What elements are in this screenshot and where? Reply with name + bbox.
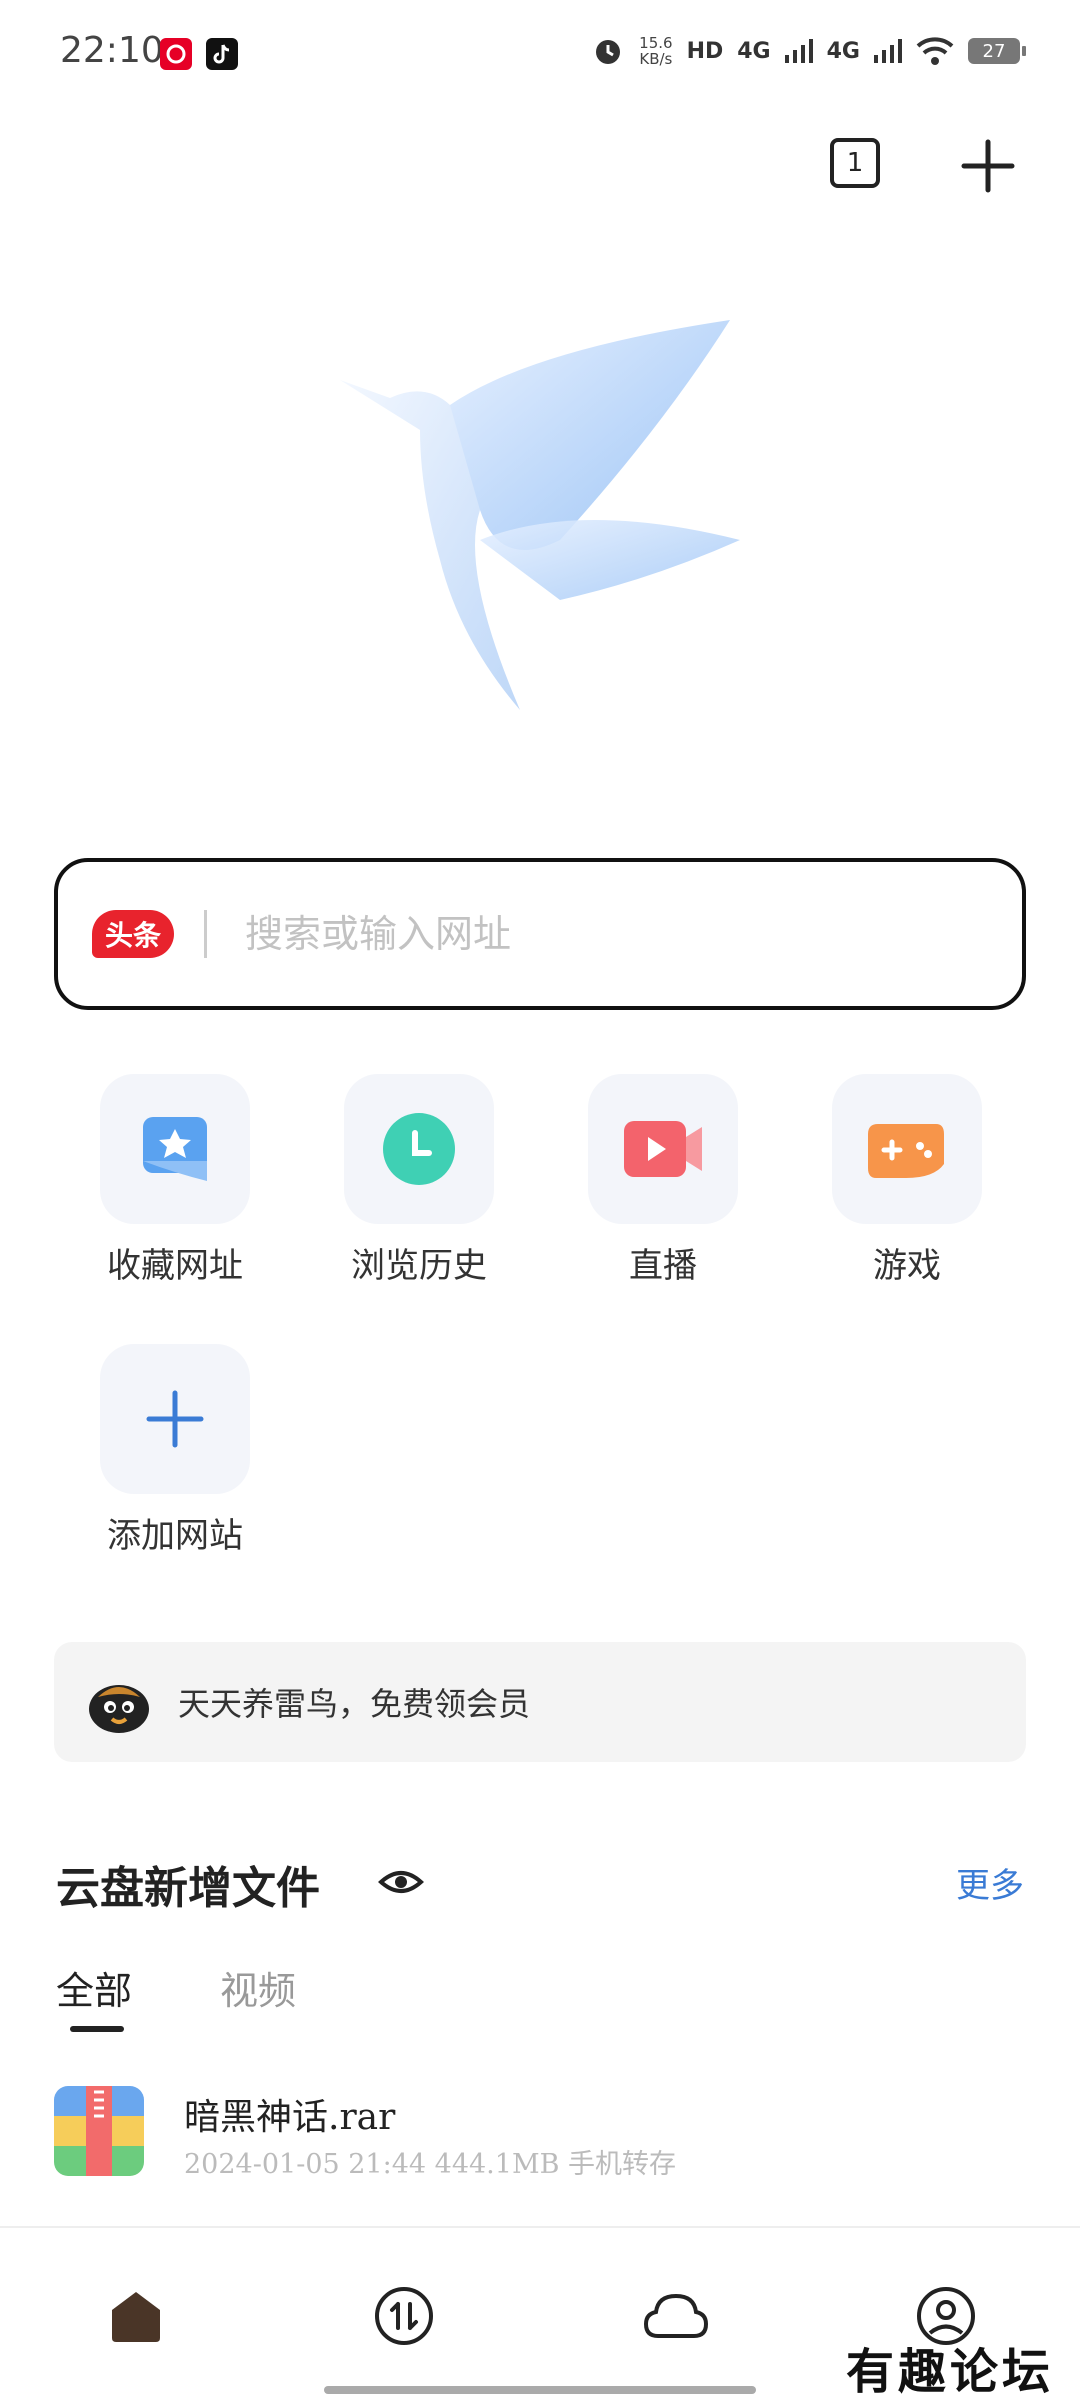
watermark: 有趣论坛 <box>845 2344 1054 2400</box>
quick-label: 游戏 <box>873 1246 941 1286</box>
home-icon <box>112 2292 160 2342</box>
file-name: 暗黑神话.rar <box>184 2097 396 2138</box>
file-meta: 2024-01-05 21:44 444.1MB 手机转存 <box>184 2149 677 2180</box>
battery-icon: 27 <box>968 38 1026 64</box>
quick-games-button[interactable] <box>832 1074 982 1224</box>
tab-all[interactable]: 全部 <box>56 1960 132 2015</box>
archive-file-icon <box>54 2086 144 2176</box>
signal-4g-1: 4G <box>737 38 771 64</box>
toutiao-badge[interactable]: 头条 <box>92 910 174 958</box>
cloud-section-title: 云盘新增文件 <box>56 1863 320 1914</box>
tabs-button[interactable]: 1 <box>830 138 880 188</box>
search-bar[interactable]: 头条 <box>54 858 1026 1010</box>
promo-text: 天天养雷鸟，免费领会员 <box>178 1685 531 1723</box>
quick-label: 浏览历史 <box>351 1246 487 1286</box>
quick-label: 添加网站 <box>107 1516 243 1556</box>
bookmark-star-icon <box>143 1117 207 1181</box>
plus-icon <box>146 1390 204 1448</box>
status-indicators: 15.6 KB/s HD 4G 4G 27 <box>591 34 1026 68</box>
quick-live-button[interactable] <box>588 1074 738 1224</box>
more-link[interactable]: 更多 <box>956 1858 1024 1907</box>
add-site-button[interactable] <box>100 1344 250 1494</box>
active-tab-indicator <box>70 2026 124 2032</box>
new-tab-button[interactable] <box>960 138 1016 194</box>
quick-label: 直播 <box>629 1246 697 1286</box>
quick-label: 收藏网址 <box>107 1246 243 1286</box>
home-indicator[interactable] <box>324 2386 756 2394</box>
search-input[interactable] <box>243 911 947 957</box>
netease-music-icon <box>160 38 192 70</box>
live-video-icon <box>624 1121 702 1177</box>
search-divider <box>204 910 207 958</box>
status-time: 22:10 <box>60 30 164 71</box>
signal-bars-icon <box>784 39 813 63</box>
signal-bars-icon <box>874 39 902 63</box>
nav-transfer[interactable] <box>372 2284 436 2348</box>
thunder-bird-logo <box>330 310 750 730</box>
cloud-icon <box>644 2293 708 2338</box>
thunderbird-mascot-icon <box>89 1685 149 1733</box>
nav-home[interactable] <box>104 2284 168 2348</box>
eye-icon[interactable] <box>378 1864 424 1900</box>
quick-bookmarks-button[interactable] <box>100 1074 250 1224</box>
history-clock-icon <box>383 1113 455 1185</box>
tiktok-icon <box>206 38 238 70</box>
transfer-icon <box>375 2287 433 2345</box>
quick-history-button[interactable] <box>344 1074 494 1224</box>
hd-label: HD <box>686 38 724 64</box>
status-bar: 22:10 15.6 KB/s HD 4G 4G 27 <box>0 0 1080 110</box>
nav-cloud[interactable] <box>644 2284 708 2348</box>
promo-banner[interactable]: 天天养雷鸟，免费领会员 <box>54 1642 1026 1762</box>
wifi-icon <box>916 37 954 65</box>
plus-icon <box>961 139 1015 193</box>
alarm-icon <box>596 40 621 64</box>
gamepad-icon <box>868 1124 944 1178</box>
network-speed: 15.6 KB/s <box>639 34 673 68</box>
file-list-item[interactable]: 暗黑神话.rar 2024-01-05 21:44 444.1MB 手机转存 <box>0 2080 1080 2190</box>
signal-4g-2: 4G <box>826 38 860 64</box>
tab-video[interactable]: 视频 <box>220 1960 296 2015</box>
